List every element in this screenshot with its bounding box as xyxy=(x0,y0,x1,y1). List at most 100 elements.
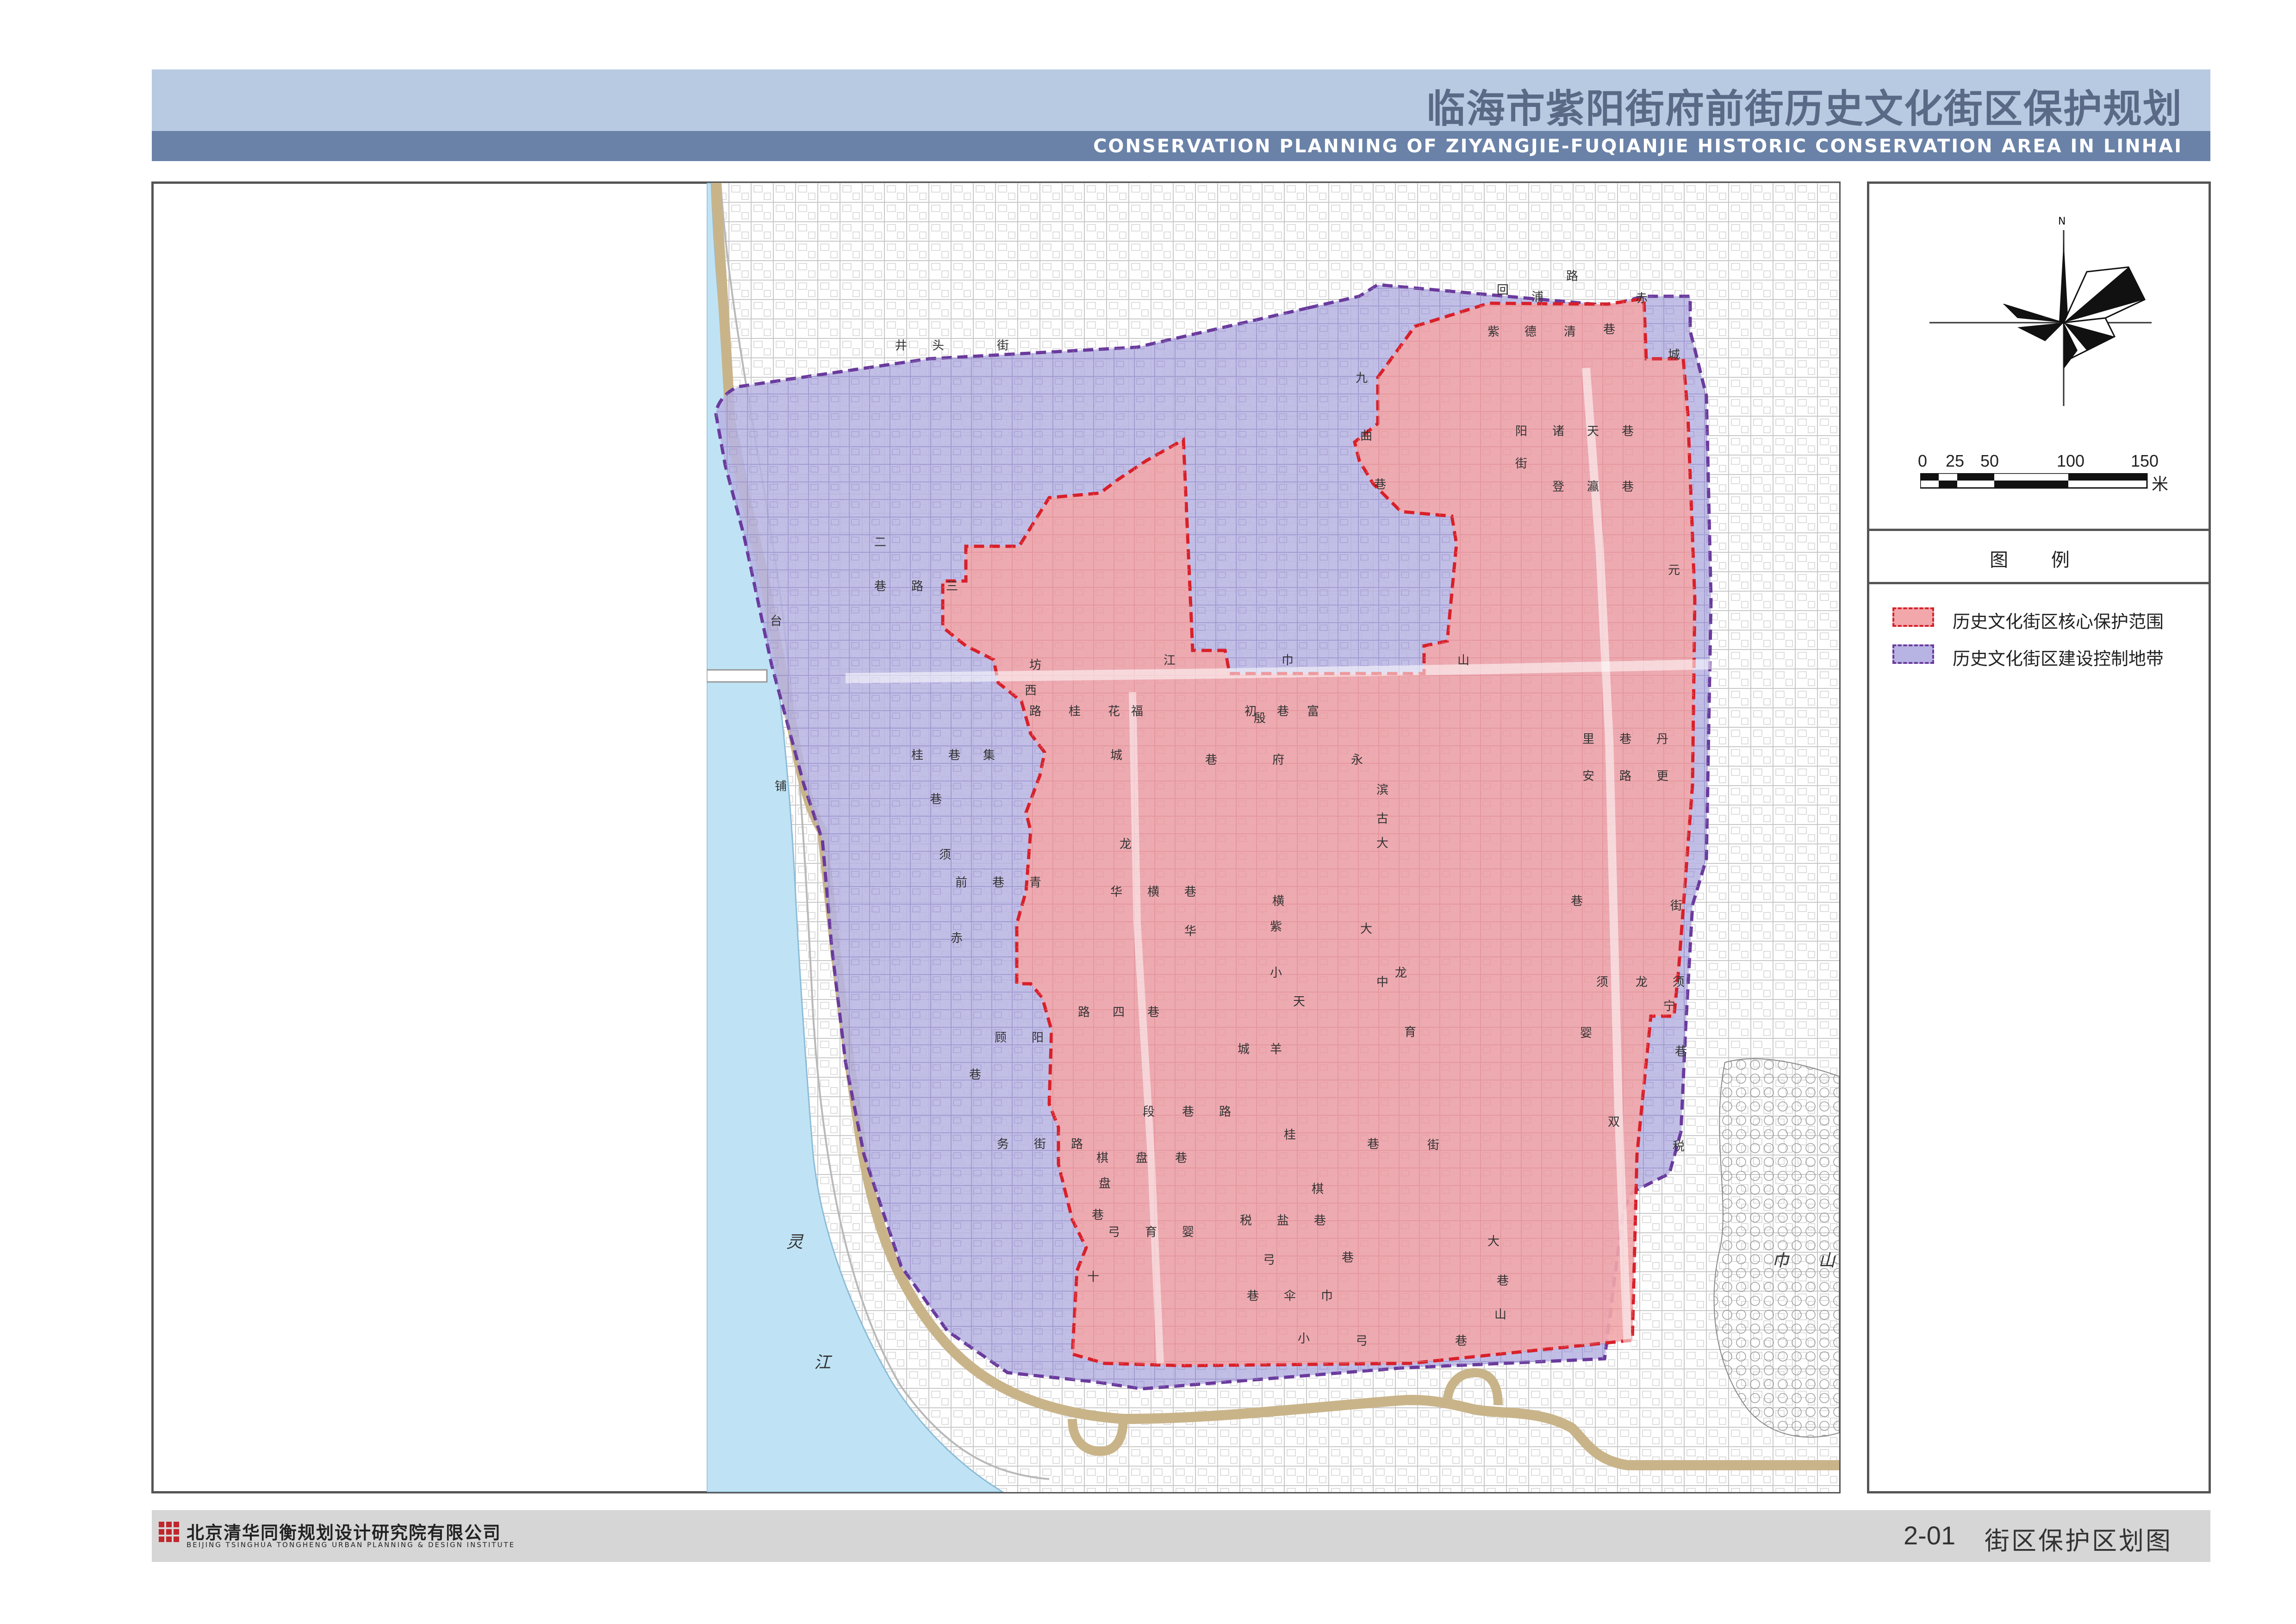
street-label-char: 宁 xyxy=(1663,999,1675,1013)
panel-divider-2 xyxy=(1869,582,2209,584)
street-label-char: 巷 xyxy=(1619,732,1631,746)
street-label-char: 台 xyxy=(770,614,782,628)
footer-bar: 北京清华同衡规划设计研究院有限公司 BEIJING TSINGHUA TONGH… xyxy=(152,1510,2210,1562)
street-label-char: 清 xyxy=(1564,325,1576,339)
street-label-char: 伞 xyxy=(1284,1289,1296,1303)
street-label-char: 滨 xyxy=(1376,783,1388,797)
jinshan-hill xyxy=(1713,1058,1839,1438)
street-label-char: 城 xyxy=(1668,348,1680,362)
street-label-char: 中 xyxy=(1376,975,1388,989)
street-label-char: 巷 xyxy=(1175,1151,1187,1165)
street-label-char: 九 xyxy=(1356,371,1368,385)
street-label-char: 三 xyxy=(946,580,958,593)
street-label-char: 务 xyxy=(997,1137,1009,1151)
street-label-char: 巷 xyxy=(1342,1251,1354,1265)
scale-label-25: 25 xyxy=(1946,451,1965,470)
street-label-char: 巷 xyxy=(1675,1045,1687,1059)
north-arrow-icon: N xyxy=(1929,216,2152,406)
street-label-char: 巷 xyxy=(948,749,960,762)
street-label-char: 十 xyxy=(1087,1270,1099,1284)
street-label-char: 二 xyxy=(874,536,886,550)
street-label-char: 横 xyxy=(1272,894,1284,908)
street-label-char: 段 xyxy=(1143,1105,1155,1119)
map-canvas[interactable]: 路回浦赤巷清德紫井头街城九曲巷阳诸天巷街登瀛巷二元巷路三台坊江巾山西路桂花福初巷… xyxy=(707,183,1839,1492)
scale-bar-graphic xyxy=(1920,473,2148,489)
street-label-char: 巷 xyxy=(1092,1208,1104,1222)
street-label-char: 桂 xyxy=(1284,1128,1296,1142)
street-label-char: 赤 xyxy=(951,931,963,945)
info-panel: N 0 25 50 100 150 米 图 例 历史文化街区核心保护范围 历史文… xyxy=(1867,181,2211,1493)
street-label-char: 横 xyxy=(1147,885,1159,899)
street-label-char: 龙 xyxy=(1395,966,1407,980)
street-label-char: 巷 xyxy=(930,793,942,806)
street-label-char: 育 xyxy=(1145,1225,1157,1239)
street-label-char: 西 xyxy=(1025,684,1037,698)
street-label-char: 大 xyxy=(1360,922,1372,936)
street-label-char: 古 xyxy=(1376,812,1388,826)
street-label-char: 街 xyxy=(997,339,1009,353)
street-label-char: 紫 xyxy=(1270,920,1282,934)
street-label-char: 赤 xyxy=(1636,292,1648,306)
street-label-char: 巷 xyxy=(1622,480,1634,494)
street-label-char: 须 xyxy=(939,848,951,862)
street-label-char: 路 xyxy=(1029,705,1041,718)
street-label-char: 小 xyxy=(1298,1332,1310,1346)
street-label-char: 铺 xyxy=(775,780,787,793)
street-label-char: 华 xyxy=(1184,924,1196,938)
street-label-char: 育 xyxy=(1404,1025,1416,1039)
sheet-number: 2-01 xyxy=(1904,1521,1956,1550)
street-label-char: 阳 xyxy=(1515,425,1527,438)
street-label-char: 路 xyxy=(1619,769,1631,783)
street-label-char: 山 xyxy=(1494,1308,1506,1322)
street-label-char: 四 xyxy=(1113,1006,1125,1019)
street-label-char: 税 xyxy=(1673,1140,1685,1154)
street-label-char: 婴 xyxy=(1182,1225,1194,1239)
street-label-char: 街 xyxy=(1034,1137,1046,1151)
street-label-char: 府 xyxy=(1272,753,1284,767)
company-logo-icon xyxy=(159,1522,179,1542)
street-label-char: 路 xyxy=(1071,1137,1083,1151)
street-label-char: 棋 xyxy=(1312,1182,1324,1196)
scale-label-50: 50 xyxy=(1980,451,1999,470)
street-label-char: 坊 xyxy=(1029,658,1041,672)
legend-title: 图 例 xyxy=(1990,550,2088,571)
street-label-char: 更 xyxy=(1656,769,1668,783)
street-label-char: 登 xyxy=(1552,480,1564,494)
street-label-char: 路 xyxy=(1566,269,1578,283)
water-label-ling: 灵 xyxy=(786,1233,804,1252)
street-label-char: 须 xyxy=(1673,975,1685,989)
street-label-char: 曲 xyxy=(1360,429,1372,443)
scale-unit: 米 xyxy=(2152,475,2169,493)
street-label-char: 紫 xyxy=(1487,325,1500,339)
street-label-char: 巷 xyxy=(1367,1137,1379,1151)
street-label-char: 巾 xyxy=(1321,1289,1333,1303)
street-label-char: 青 xyxy=(1029,876,1041,890)
street-label-char: 城 xyxy=(1238,1043,1250,1056)
street-label-char: 税 xyxy=(1240,1214,1252,1228)
street-label-char: 集 xyxy=(983,749,995,762)
hill-label-jin: 巾 xyxy=(1772,1251,1790,1270)
legend-label-core: 历史文化街区核心保护范围 xyxy=(1953,612,2164,632)
street-label-char: 弓 xyxy=(1263,1253,1275,1267)
water-label-jiang: 江 xyxy=(814,1353,833,1372)
street-label-char: 巷 xyxy=(1184,885,1196,899)
street-label-char: 天 xyxy=(1293,995,1305,1009)
street-label-char: 小 xyxy=(1270,966,1282,980)
street-label-char: 盘 xyxy=(1099,1177,1111,1191)
street-label-char: 福 xyxy=(1131,705,1143,718)
street-label-char: 井 xyxy=(895,339,907,353)
street-label-char: 龙 xyxy=(1120,837,1132,851)
street-label-char: 山 xyxy=(1457,654,1469,668)
street-label-char: 盐 xyxy=(1277,1214,1289,1228)
street-label-char: 华 xyxy=(1110,885,1122,899)
street-label-char: 路 xyxy=(1219,1105,1231,1119)
street-label-char: 回 xyxy=(1497,283,1509,297)
street-label-char: 巷 xyxy=(874,580,886,593)
street-label-char: 须 xyxy=(1596,975,1608,989)
street-label-char: 巷 xyxy=(1182,1105,1194,1119)
street-label-char: 富 xyxy=(1307,705,1319,718)
bridge xyxy=(707,669,768,683)
street-label-char: 巷 xyxy=(1455,1334,1467,1348)
street-label-char: 双 xyxy=(1608,1115,1620,1129)
street-label-char: 街 xyxy=(1427,1138,1439,1152)
